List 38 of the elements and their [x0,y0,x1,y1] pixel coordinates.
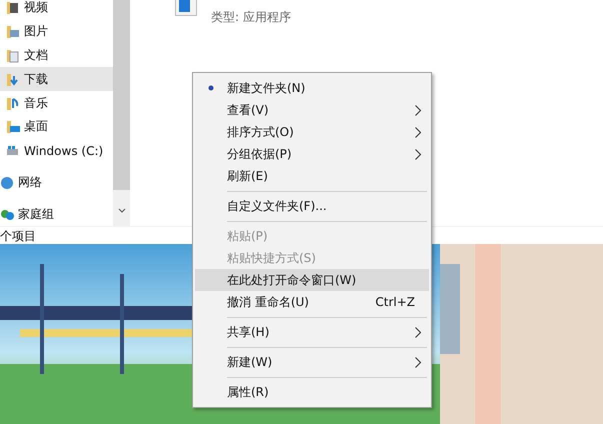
nav-item[interactable]: 视频 [0,0,113,20]
music-icon [6,96,20,111]
downloads-icon [6,72,20,87]
chevron-right-icon [415,104,421,116]
chevron-down-icon[interactable] [118,208,126,213]
nav-item[interactable]: 网络 [0,170,113,194]
nav-item[interactable]: 图片 [0,20,113,44]
menu-item[interactable]: 自定义文件夹(F)... [195,195,429,217]
menu-item[interactable]: 在此处打开命令窗口(W) [195,269,429,291]
documents-icon [6,48,20,63]
nav-item[interactable]: 音乐 [0,91,113,115]
nav-item[interactable]: 下载 [0,67,113,92]
video-icon [6,0,20,16]
menu-item[interactable]: 分组依据(P) [195,143,429,165]
menu-item[interactable]: 新建文件夹(N) [195,77,429,99]
chevron-right-icon [415,356,421,368]
file-type-text: 类型: 应用程序 [211,9,291,26]
network-icon [0,174,14,190]
menu-item[interactable]: 共享(H) [195,321,429,343]
nav-item[interactable]: 文档 [0,44,113,68]
nav-item[interactable]: 家庭组 [0,202,113,226]
pictures-icon [6,24,20,40]
scrollbar[interactable] [113,0,130,226]
scrollbar-thumb[interactable] [113,0,130,190]
desktop-icon [6,119,20,134]
bullet-icon [208,85,214,91]
menu-item[interactable]: 新建(W) [195,351,429,373]
chevron-right-icon [415,126,421,138]
nav-item[interactable]: Windows (C:) [0,138,113,162]
chevron-right-icon [415,326,421,338]
nav-item[interactable]: 桌面 [0,114,113,139]
menu-item[interactable]: 属性(R) [195,381,429,403]
menu-item[interactable]: 撤消 重命名(U) Ctrl+Z [195,291,429,313]
menu-item[interactable]: 排序方式(O) [195,121,429,143]
menu-item[interactable]: 查看(V) [195,99,429,121]
menu-item[interactable]: 刷新(E) [195,165,429,187]
chevron-right-icon [415,148,421,160]
application-icon[interactable] [175,0,197,16]
